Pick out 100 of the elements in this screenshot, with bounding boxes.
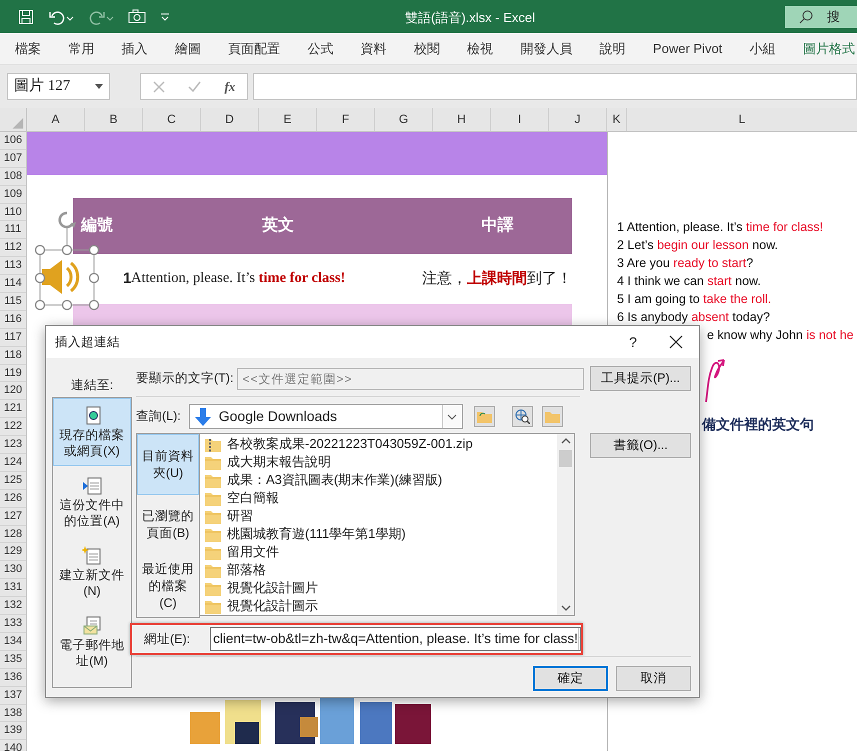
row-header[interactable]: 115: [0, 293, 26, 311]
row-header[interactable]: 116: [0, 310, 26, 329]
row-header[interactable]: 131: [0, 579, 26, 598]
row-header[interactable]: 135: [0, 650, 26, 669]
link-type-option[interactable]: 現存的檔案或網頁(X): [53, 398, 131, 466]
row-header[interactable]: 124: [0, 454, 26, 472]
column-header[interactable]: D: [201, 108, 259, 131]
link-to-label: 連結至:: [70, 377, 114, 392]
ribbon-tab[interactable]: 資料: [360, 38, 387, 58]
row-header[interactable]: 119: [0, 364, 26, 382]
ribbon-tab[interactable]: 校閱: [414, 38, 440, 58]
ribbon-tab[interactable]: 插入: [122, 38, 148, 58]
ribbon-tab[interactable]: 開發人員: [520, 38, 572, 58]
row-header[interactable]: 138: [0, 704, 26, 722]
column-header[interactable]: B: [85, 108, 143, 131]
row-header[interactable]: 139: [0, 722, 26, 740]
file-name[interactable]: 成果：A3資訊圖表(期末作業)(練習版): [227, 470, 442, 490]
ribbon-tab[interactable]: 說明: [600, 38, 626, 58]
file-name[interactable]: 研習: [227, 506, 253, 526]
file-name[interactable]: 各校教案成果-20221223T043059Z-001.zip: [227, 434, 473, 454]
search-placeholder: 搜: [827, 8, 840, 26]
row-header[interactable]: 126: [0, 490, 26, 508]
insert-function-button[interactable]: fx: [224, 76, 236, 96]
row-header[interactable]: 129: [0, 543, 26, 562]
browse-tab[interactable]: 最近使用的檔案(C): [137, 556, 199, 617]
display-text-field[interactable]: <<文件選定範圍>>: [237, 368, 584, 390]
file-name[interactable]: 空白簡報: [227, 488, 279, 508]
column-header[interactable]: E: [259, 108, 317, 131]
column-header[interactable]: K: [607, 108, 627, 131]
cancel-button[interactable]: 取消: [616, 666, 691, 691]
ribbon-tab[interactable]: 常用: [68, 38, 94, 58]
row-header[interactable]: 110: [0, 204, 26, 222]
row-header[interactable]: 133: [0, 615, 26, 633]
row-header[interactable]: 136: [0, 668, 26, 687]
help-button[interactable]: ?: [613, 332, 653, 352]
name-box[interactable]: 圖片 127: [7, 73, 110, 100]
row-header[interactable]: 130: [0, 561, 26, 580]
sentence-text: 2 Let’s begin our lesson now.: [617, 237, 779, 254]
bookmark-button[interactable]: 書籤(O)...: [590, 433, 691, 458]
row-header[interactable]: 107: [0, 150, 26, 168]
link-type-option[interactable]: 建立新文件(N): [53, 538, 131, 606]
ribbon-tab[interactable]: 公式: [307, 38, 334, 58]
ribbon-tab[interactable]: 頁面配置: [228, 38, 280, 58]
row-header[interactable]: 117: [0, 328, 26, 347]
sentence-text: 5 I am going to take the roll.: [617, 291, 772, 308]
row-header[interactable]: 137: [0, 686, 26, 704]
column-header[interactable]: C: [143, 108, 201, 131]
row-header[interactable]: 125: [0, 472, 26, 490]
file-name[interactable]: 桃園城教育遊(111學年第1學期): [227, 524, 406, 544]
row-header[interactable]: 112: [0, 239, 26, 258]
ok-button[interactable]: 確定: [533, 666, 608, 691]
ribbon-tab[interactable]: 小組: [750, 38, 776, 58]
row-header[interactable]: 132: [0, 597, 26, 616]
file-name[interactable]: 視覺化設計圖片: [227, 578, 318, 598]
ribbon-tab[interactable]: 圖片格式: [802, 38, 855, 58]
file-name[interactable]: 視覺化設計圖示: [227, 596, 318, 615]
row-header[interactable]: 128: [0, 526, 26, 544]
column-header[interactable]: H: [433, 108, 491, 131]
link-type-option[interactable]: 這份文件中的位置(A): [53, 468, 131, 536]
browse-tab[interactable]: 已瀏覽的頁面(B): [137, 495, 199, 556]
row-header[interactable]: 118: [0, 346, 26, 365]
row-header[interactable]: 114: [0, 275, 26, 294]
row-header[interactable]: 134: [0, 632, 26, 651]
row-header[interactable]: 113: [0, 257, 26, 276]
column-header[interactable]: F: [317, 108, 375, 131]
column-header[interactable]: I: [491, 108, 549, 131]
english-sentence: Attention, please. It’s time for class!: [131, 269, 346, 288]
row-header[interactable]: 127: [0, 508, 26, 526]
ribbon-tab[interactable]: 繪圖: [174, 38, 201, 58]
chinese-translation: 注意，上課時間到了！: [421, 268, 572, 289]
row-header[interactable]: 122: [0, 418, 26, 436]
sentence-text: 3 Are you ready to start?: [617, 255, 754, 272]
row-header[interactable]: 109: [0, 186, 26, 204]
row-header[interactable]: 108: [0, 168, 26, 186]
name-box-value: 圖片 127: [14, 76, 70, 96]
row-header[interactable]: 121: [0, 400, 26, 418]
row-header[interactable]: 111: [0, 221, 26, 240]
column-header[interactable]: L: [627, 108, 857, 131]
ribbon-tab[interactable]: Power Pivot: [652, 38, 722, 58]
screen-tip-button[interactable]: 工具提示(P)...: [590, 366, 691, 391]
column-header[interactable]: A: [27, 108, 85, 131]
row-header[interactable]: 106: [0, 132, 26, 150]
column-header[interactable]: J: [549, 108, 607, 131]
ribbon-tab[interactable]: 檔案: [15, 38, 41, 58]
look-in-dropdown[interactable]: Google Downloads: [188, 404, 463, 429]
row-header[interactable]: 120: [0, 382, 26, 400]
link-type-option[interactable]: 電子郵件地址(M): [53, 608, 131, 676]
row-header[interactable]: 123: [0, 436, 26, 454]
file-name[interactable]: 成大期末報告說明: [227, 452, 331, 472]
row-header[interactable]: 140: [0, 740, 26, 751]
ribbon-tab[interactable]: 檢視: [467, 38, 494, 58]
file-name[interactable]: 留用文件: [227, 542, 279, 562]
search-field[interactable]: 搜: [785, 6, 857, 28]
browse-tab[interactable]: 目前資料夾(U): [137, 434, 199, 495]
address-label: 網址(E):: [144, 630, 190, 648]
address-field[interactable]: client=tw-ob&tl=zh-tw&q=Attention, please. It’s time for class!: [210, 627, 581, 651]
window-title: 雙語(語音).xlsx - Excel: [405, 9, 535, 27]
column-heading: 中譯: [480, 215, 514, 236]
file-name[interactable]: 部落格: [227, 560, 266, 580]
column-header[interactable]: G: [375, 108, 433, 131]
